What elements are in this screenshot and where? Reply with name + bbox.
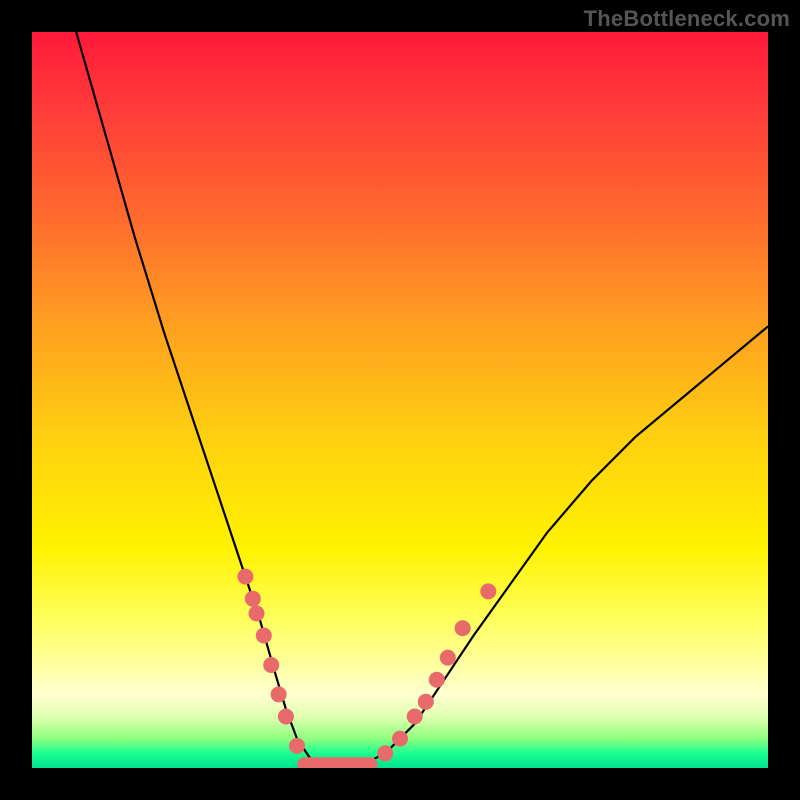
curve-marker: [440, 650, 456, 666]
curve-marker: [429, 672, 445, 688]
curve-marker: [263, 657, 279, 673]
marker-group-right: [377, 583, 496, 761]
curve-marker: [392, 731, 408, 747]
curve-marker: [289, 738, 305, 754]
curve-svg: [32, 32, 768, 768]
curve-marker: [271, 686, 287, 702]
curve-marker: [237, 569, 253, 585]
chart-frame: TheBottleneck.com: [0, 0, 800, 800]
plot-area: [32, 32, 768, 768]
curve-marker: [245, 591, 261, 607]
watermark-text: TheBottleneck.com: [584, 6, 790, 32]
curve-marker: [407, 709, 423, 725]
curve-marker: [455, 620, 471, 636]
curve-marker: [249, 605, 265, 621]
curve-marker: [256, 628, 272, 644]
curve-marker: [480, 583, 496, 599]
curve-marker: [418, 694, 434, 710]
marker-group-left: [237, 569, 305, 754]
curve-marker: [377, 745, 393, 761]
curve-marker: [278, 709, 294, 725]
bottleneck-curve: [76, 32, 768, 768]
